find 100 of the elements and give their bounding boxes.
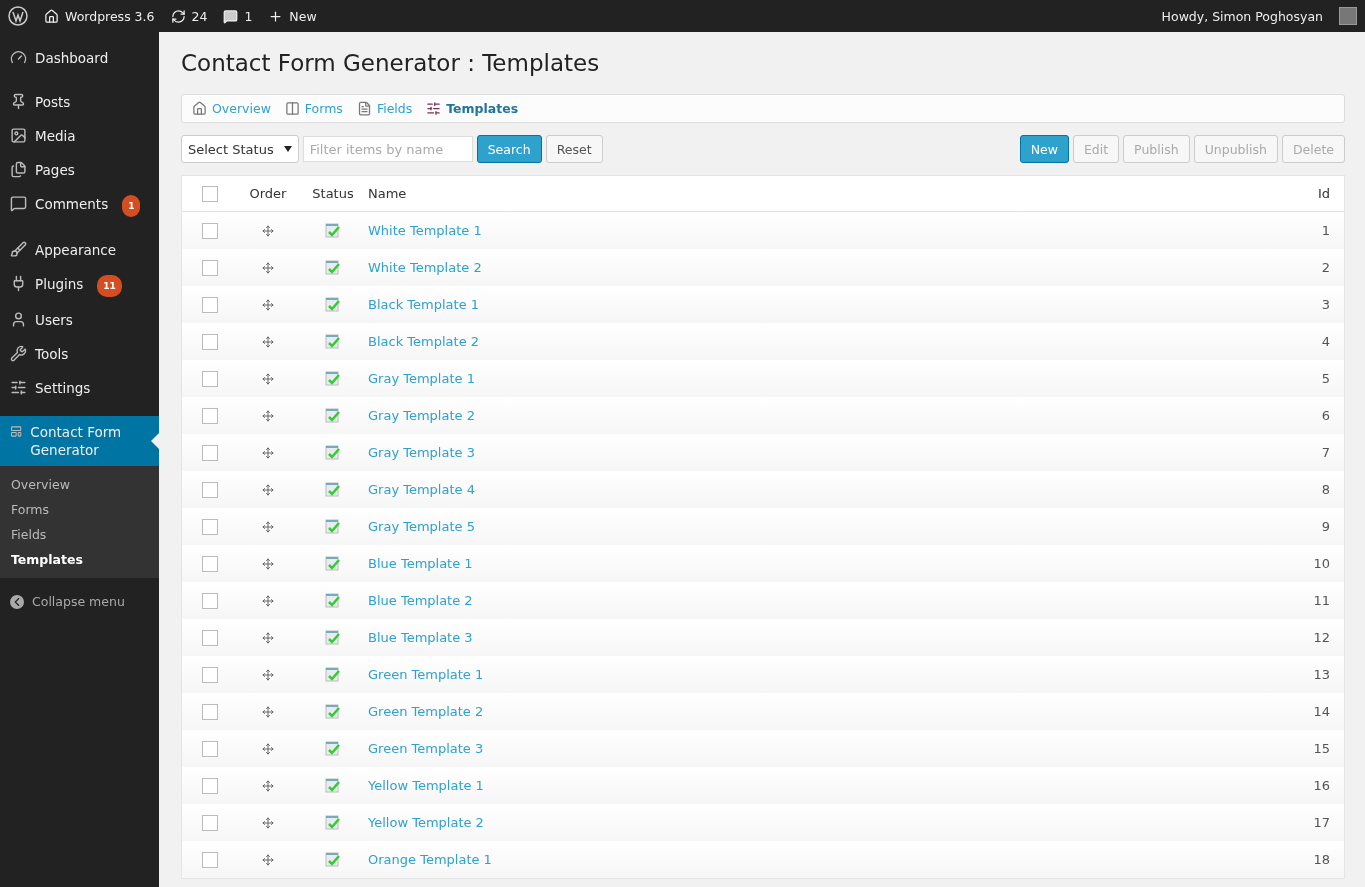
menu-item[interactable]: Tools — [0, 338, 159, 372]
template-link[interactable]: Yellow Template 2 — [368, 815, 484, 830]
template-link[interactable]: Yellow Template 1 — [368, 778, 484, 793]
published-check-icon[interactable] — [325, 222, 341, 239]
template-link[interactable]: White Template 2 — [368, 260, 482, 275]
published-check-icon[interactable] — [325, 259, 341, 276]
checkbox[interactable] — [202, 555, 218, 572]
menu-item[interactable]: Pages — [0, 154, 159, 188]
template-link[interactable]: Gray Template 3 — [368, 445, 475, 460]
template-link[interactable]: Gray Template 4 — [368, 482, 475, 497]
action-button[interactable]: New — [1019, 135, 1069, 163]
drag-handle-icon[interactable] — [262, 372, 274, 385]
published-check-icon[interactable] — [325, 814, 341, 831]
published-check-icon[interactable] — [325, 518, 341, 535]
nav-tab[interactable]: Overview — [192, 101, 271, 116]
menu-item[interactable]: Media — [0, 120, 159, 154]
status-select[interactable]: Select Status — [181, 135, 299, 163]
drag-handle-icon[interactable] — [262, 557, 274, 570]
published-check-icon[interactable] — [325, 851, 341, 868]
collapse-menu-button[interactable]: Collapse menu — [0, 588, 159, 615]
drag-handle-icon[interactable] — [262, 742, 274, 755]
published-check-icon[interactable] — [325, 555, 341, 572]
template-link[interactable]: Orange Template 1 — [368, 852, 492, 867]
published-check-icon[interactable] — [325, 296, 341, 313]
greeting-text[interactable]: Howdy, Simon Poghosyan — [1161, 8, 1323, 24]
checkbox[interactable] — [202, 851, 218, 868]
drag-handle-icon[interactable] — [262, 224, 274, 237]
checkbox[interactable] — [202, 814, 218, 831]
menu-item[interactable]: Plugins 11 — [0, 268, 159, 304]
checkbox[interactable] — [202, 296, 218, 313]
submenu-item[interactable]: Overview — [0, 472, 159, 497]
checkbox[interactable] — [202, 777, 218, 794]
filter-field[interactable]: Filter items by name — [302, 136, 473, 162]
published-check-icon[interactable] — [325, 629, 341, 646]
comments-link[interactable]: 1 — [223, 8, 253, 24]
published-check-icon[interactable] — [325, 592, 341, 609]
checkbox[interactable] — [202, 481, 218, 498]
menu-item[interactable]: Posts — [0, 86, 159, 120]
checkbox[interactable] — [202, 259, 218, 276]
site-link[interactable]: Wordpress 3.6 — [44, 8, 155, 24]
checkbox[interactable] — [202, 444, 218, 461]
checkbox[interactable] — [202, 222, 218, 239]
menu-item[interactable]: Dashboard — [0, 42, 159, 76]
template-link[interactable]: Gray Template 1 — [368, 371, 475, 386]
checkbox[interactable] — [202, 666, 218, 683]
updates-link[interactable]: 24 — [170, 8, 208, 24]
drag-handle-icon[interactable] — [262, 779, 274, 792]
drag-handle-icon[interactable] — [262, 668, 274, 681]
drag-handle-icon[interactable] — [262, 705, 274, 718]
template-link[interactable]: White Template 1 — [368, 223, 482, 238]
column-header[interactable]: Status — [312, 186, 354, 201]
published-check-icon[interactable] — [325, 407, 341, 424]
drag-handle-icon[interactable] — [262, 335, 274, 348]
template-link[interactable]: Black Template 1 — [368, 297, 480, 312]
drag-handle-icon[interactable] — [262, 261, 274, 274]
reset-button[interactable]: Reset — [545, 135, 603, 163]
template-link[interactable]: Gray Template 2 — [368, 408, 475, 423]
drag-handle-icon[interactable] — [262, 520, 274, 533]
published-check-icon[interactable] — [325, 703, 341, 720]
drag-handle-icon[interactable] — [262, 853, 274, 866]
checkbox[interactable] — [202, 740, 218, 757]
drag-handle-icon[interactable] — [262, 594, 274, 607]
checkbox[interactable] — [202, 407, 218, 424]
new-link[interactable]: New — [268, 8, 317, 24]
nav-tab[interactable]: Fields — [356, 101, 413, 116]
drag-handle-icon[interactable] — [262, 298, 274, 311]
column-header[interactable]: Order — [249, 186, 287, 201]
column-header[interactable]: Id — [1317, 186, 1330, 201]
published-check-icon[interactable] — [325, 481, 341, 498]
checkbox[interactable] — [202, 629, 218, 646]
drag-handle-icon[interactable] — [262, 483, 274, 496]
published-check-icon[interactable] — [325, 333, 341, 350]
menu-item[interactable]: Users — [0, 304, 159, 338]
search-button[interactable]: Search — [476, 135, 542, 163]
published-check-icon[interactable] — [325, 370, 341, 387]
checkbox[interactable] — [202, 518, 218, 535]
published-check-icon[interactable] — [325, 740, 341, 757]
menu-item[interactable]: Appearance — [0, 234, 159, 268]
checkbox[interactable] — [202, 592, 218, 609]
template-link[interactable]: Blue Template 2 — [368, 593, 473, 608]
menu-item[interactable]: Settings — [0, 372, 159, 406]
drag-handle-icon[interactable] — [262, 631, 274, 644]
published-check-icon[interactable] — [325, 777, 341, 794]
checkbox[interactable] — [202, 703, 218, 720]
checkbox[interactable] — [202, 185, 218, 202]
drag-handle-icon[interactable] — [262, 446, 274, 459]
submenu-item[interactable]: Templates — [0, 547, 159, 572]
avatar-placeholder[interactable] — [1339, 7, 1357, 25]
published-check-icon[interactable] — [325, 666, 341, 683]
published-check-icon[interactable] — [325, 444, 341, 461]
template-link[interactable]: Green Template 1 — [368, 667, 484, 682]
menu-item[interactable]: Contact Form Generator — [0, 416, 159, 466]
wordpress-logo-icon[interactable] — [8, 6, 28, 26]
template-link[interactable]: Black Template 2 — [368, 334, 480, 349]
nav-tab[interactable]: Forms — [284, 101, 343, 116]
column-header[interactable]: Name — [368, 186, 407, 201]
drag-handle-icon[interactable] — [262, 816, 274, 829]
checkbox[interactable] — [202, 333, 218, 350]
submenu-item[interactable]: Fields — [0, 522, 159, 547]
template-link[interactable]: Blue Template 1 — [368, 556, 473, 571]
